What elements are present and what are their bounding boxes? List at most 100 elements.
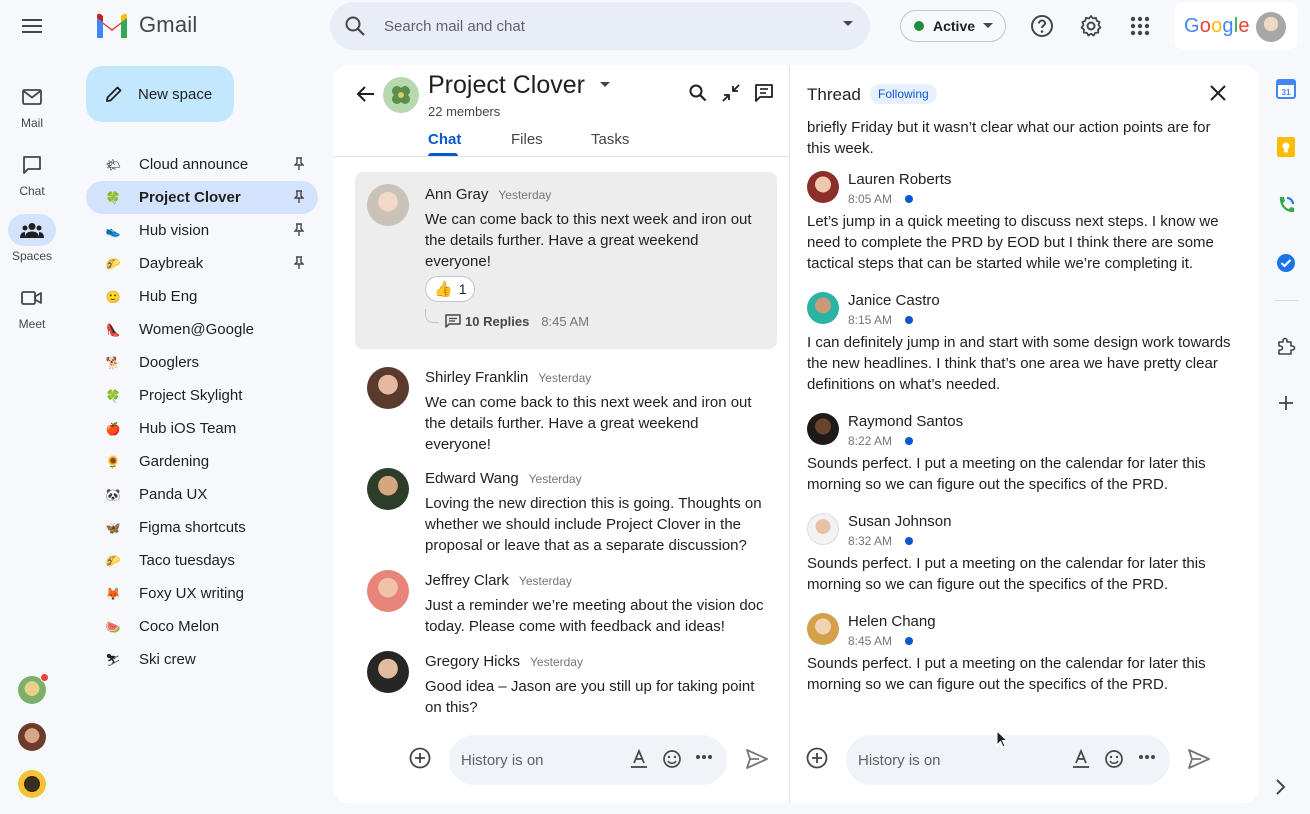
tab-files[interactable]: Files <box>511 131 543 148</box>
message-time: 8:45 AM <box>848 634 893 648</box>
get-addons-button[interactable] <box>1268 385 1304 421</box>
search-options-dropdown-icon[interactable] <box>842 20 854 28</box>
message-item[interactable]: Gregory Hicks Yesterday Good idea – Jason… <box>355 639 777 716</box>
author-avatar <box>367 651 409 693</box>
gear-icon <box>1080 15 1102 37</box>
space-item[interactable]: 🌮 Taco tuesdays <box>86 544 318 577</box>
space-item[interactable]: 🍀 Project Skylight <box>86 379 318 412</box>
rail-item-mail[interactable]: Mail <box>0 81 64 130</box>
dm-avatar-3[interactable] <box>18 770 46 798</box>
rail-item-meet[interactable]: Meet <box>0 282 64 331</box>
search-in-space-icon[interactable] <box>688 83 708 103</box>
space-item[interactable]: 👠 Women@Google <box>86 313 318 346</box>
add-attachment-icon[interactable] <box>409 747 431 769</box>
space-item[interactable]: 🍀 Project Clover <box>86 181 318 214</box>
settings-button[interactable] <box>1075 10 1107 42</box>
main-menu-button[interactable] <box>14 8 50 44</box>
space-item[interactable]: 🌻 Gardening <box>86 445 318 478</box>
gmail-logo[interactable]: Gmail <box>95 12 197 38</box>
message-time: Yesterday <box>498 188 552 202</box>
top-bar: Gmail Active Google <box>0 0 1310 52</box>
message-item[interactable]: Ann Gray Yesterday We can come back to th… <box>355 172 777 349</box>
more-options-icon[interactable] <box>1138 754 1156 760</box>
emoji-icon[interactable] <box>1104 749 1124 769</box>
reaction-chip[interactable]: 👍 1 <box>425 276 475 302</box>
pin-icon[interactable] <box>294 190 304 204</box>
thread-add-attachment-icon[interactable] <box>806 747 828 769</box>
search-input[interactable] <box>384 17 824 35</box>
back-arrow-icon[interactable] <box>355 83 377 105</box>
message-time: Yesterday <box>528 472 582 486</box>
thread-reply-input[interactable] <box>858 751 1018 769</box>
send-icon[interactable] <box>745 748 769 770</box>
calendar-app-button[interactable]: 31 <box>1268 71 1304 107</box>
thread-composer[interactable] <box>846 735 1170 785</box>
send-icon[interactable] <box>1187 748 1211 770</box>
emoji-icon[interactable] <box>662 749 682 769</box>
pin-icon[interactable] <box>294 157 304 171</box>
message-text: Let’s jump in a quick meeting to discuss… <box>807 213 1219 272</box>
pin-icon[interactable] <box>294 256 304 270</box>
space-name: Hub iOS Team <box>139 420 237 437</box>
collapse-icon[interactable] <box>721 83 741 103</box>
space-item[interactable]: 🐼 Panda UX <box>86 478 318 511</box>
space-item[interactable]: 🌮 Daybreak <box>86 247 318 280</box>
thread-message[interactable]: Raymond Santos 8:22 AM Sounds perfect. I… <box>807 413 1247 503</box>
message-item[interactable]: Edward Wang Yesterday Loving the new dire… <box>355 456 777 554</box>
space-menu-dropdown-icon[interactable] <box>600 82 610 88</box>
message-item[interactable]: Jeffrey Clark Yesterday Just a reminder w… <box>355 558 777 635</box>
search-icon[interactable] <box>344 15 366 37</box>
unread-dot <box>905 537 914 545</box>
space-item[interactable]: 🍎 Hub iOS Team <box>86 412 318 445</box>
space-emoji-icon: 🍀 <box>105 190 121 205</box>
rail-item-chat[interactable]: Chat <box>0 149 64 198</box>
thread-icon <box>445 314 461 328</box>
space-emoji-icon: 🌮 <box>105 553 121 568</box>
tab-tasks[interactable]: Tasks <box>591 131 629 148</box>
tab-chat[interactable]: Chat <box>428 131 461 148</box>
close-icon[interactable] <box>1208 83 1228 103</box>
space-item[interactable]: 🙂 Hub Eng <box>86 280 318 313</box>
thread-message[interactable]: Janice Castro 8:15 AM I can definitely j… <box>807 292 1247 402</box>
author-avatar <box>807 513 839 545</box>
keep-app-button[interactable] <box>1268 129 1304 165</box>
member-count[interactable]: 22 members <box>428 104 500 119</box>
status-selector[interactable]: Active <box>900 10 1006 42</box>
unread-dot <box>905 437 914 445</box>
google-account-button[interactable]: Google <box>1174 2 1298 50</box>
space-item[interactable]: 🦊 Foxy UX writing <box>86 577 318 610</box>
tasks-app-button[interactable] <box>1268 245 1304 281</box>
space-item[interactable]: 🌤 Cloud announce <box>86 148 318 181</box>
following-badge[interactable]: Following <box>870 84 937 104</box>
thread-message[interactable]: Susan Johnson 8:32 AM Sounds perfect. I … <box>807 513 1247 603</box>
space-item[interactable]: 🐕 Dooglers <box>86 346 318 379</box>
space-item[interactable]: 🍉 Coco Melon <box>86 610 318 643</box>
message-text: Sounds perfect. I put a meeting on the c… <box>807 555 1206 593</box>
thread-message[interactable]: Helen Chang 8:45 AM Sounds perfect. I pu… <box>807 613 1247 703</box>
message-item[interactable]: Shirley Franklin Yesterday We can come ba… <box>355 355 777 453</box>
text-format-icon[interactable] <box>1071 749 1091 769</box>
space-item[interactable]: 🦋 Figma shortcuts <box>86 511 318 544</box>
more-options-icon[interactable] <box>695 754 713 760</box>
message-input[interactable] <box>461 751 621 769</box>
space-title[interactable]: Project Clover <box>428 71 585 100</box>
dm-avatar-2[interactable] <box>18 723 46 751</box>
thread-replies-link[interactable]: 10 Replies 8:45 AM <box>425 309 589 331</box>
threads-icon[interactable] <box>754 83 774 103</box>
space-item[interactable]: ⛷ Ski crew <box>86 643 318 676</box>
new-space-button[interactable]: New space <box>86 66 234 122</box>
message-text: Sounds perfect. I put a meeting on the c… <box>807 455 1206 493</box>
chevron-right-icon[interactable] <box>1274 778 1286 796</box>
thread-message[interactable]: Lauren Roberts 8:05 AM Let’s jump in a q… <box>807 171 1247 281</box>
google-apps-button[interactable] <box>1124 10 1156 42</box>
pin-icon[interactable] <box>294 223 304 237</box>
text-format-icon[interactable] <box>629 749 649 769</box>
rail-item-spaces[interactable]: Spaces <box>0 214 64 263</box>
contacts-call-app-button[interactable] <box>1268 187 1304 223</box>
search-bar[interactable] <box>330 2 870 50</box>
space-item[interactable]: 👟 Hub vision <box>86 214 318 247</box>
help-button[interactable] <box>1026 10 1058 42</box>
chat-composer[interactable] <box>449 735 727 785</box>
message-time: Yesterday <box>538 371 592 385</box>
addons-button[interactable] <box>1268 328 1304 364</box>
